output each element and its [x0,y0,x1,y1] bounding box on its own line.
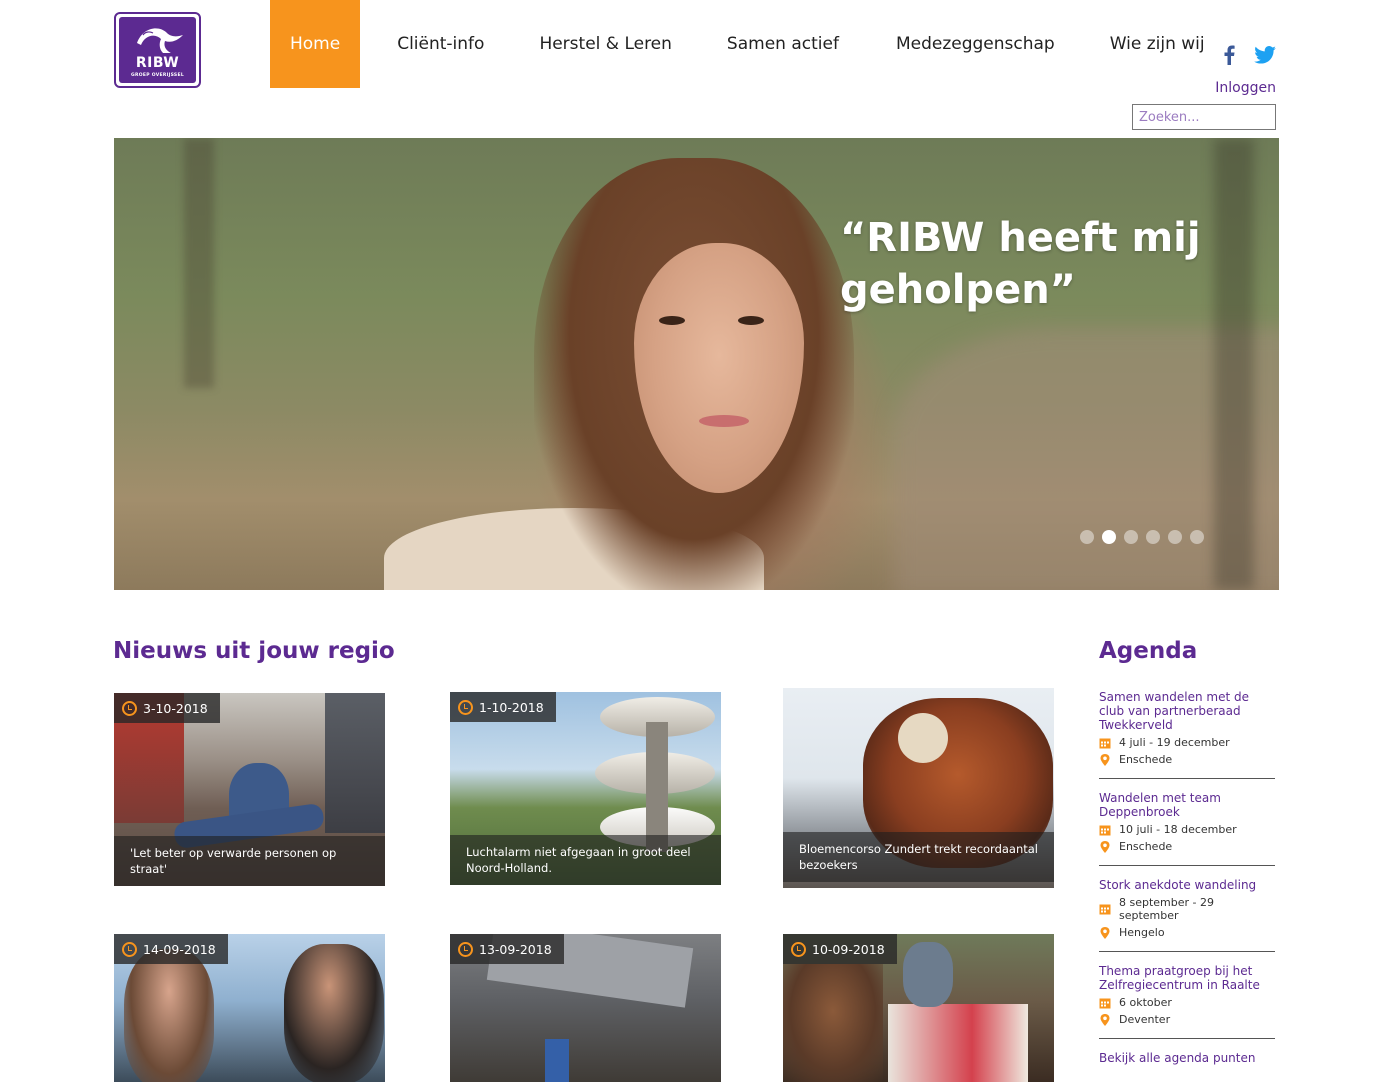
nav-item-label: Home [290,34,341,54]
news-date-text: 14-09-2018 [143,941,216,957]
agenda-item-title[interactable]: Samen wandelen met de club van partnerbe… [1099,690,1275,732]
hero-quote: “RIBW heeft mij geholpen” [840,215,1201,313]
news-card[interactable]: 1-10-2018 Luchtalarm niet afgegaan in gr… [450,692,721,885]
calendar-icon [1099,738,1111,748]
agenda-dates-text: 10 juli - 18 december [1119,823,1237,836]
agenda-location: Deventer [1099,1013,1275,1026]
agenda-dates: 6 oktober [1099,996,1275,1009]
hero-eye [659,316,685,325]
location-pin-icon [1100,840,1110,853]
clock-icon [122,941,137,957]
agenda-location-text: Enschede [1119,753,1173,766]
news-date-text: 13-09-2018 [479,941,552,957]
news-date: 13-09-2018 [450,934,564,964]
agenda-item: Wandelen met team Deppenbroek 10 juli - … [1099,791,1275,866]
logo-subtitle: GROEP OVERIJSSEL [130,73,185,78]
nav-item-herstel-leren[interactable]: Herstel & Leren [539,0,671,88]
news-date-text: 3-10-2018 [143,700,208,716]
slider-dot[interactable] [1124,530,1138,544]
nav-item-label: Wie zijn wij [1109,34,1205,54]
location-pin-icon [1100,753,1110,766]
agenda-item-title[interactable]: Wandelen met team Deppenbroek [1099,791,1275,819]
location-pin-icon [1100,1013,1110,1026]
calendar-icon [1099,825,1111,835]
logo-text: RIBW [135,55,180,71]
news-card[interactable]: 13-09-2018 [450,934,721,1082]
news-title: Nieuws uit jouw regio [113,638,395,664]
news-caption: Bloemencorso Zundert trekt recordaantal … [783,832,1054,882]
calendar-icon [1099,904,1111,915]
ribw-logo[interactable]: RIBW GROEP OVERIJSSEL [114,12,201,88]
news-date: 1-10-2018 [450,692,556,722]
agenda-title: Agenda [1099,638,1198,664]
social-links [1218,44,1276,66]
agenda-item: Thema praatgroep bij het Zelfregiecentru… [1099,964,1275,1039]
slider-dots [1080,530,1204,544]
nav-item-label: Samen actief [726,34,839,54]
agenda-location-text: Deventer [1119,1013,1171,1026]
page: RIBW GROEP OVERIJSSEL Home Cliënt-info H… [0,0,1384,1082]
nav-item-wie-zijn-wij[interactable]: Wie zijn wij [1110,0,1205,88]
location-pin-icon [1100,926,1110,939]
slider-dot-active[interactable] [1102,530,1116,544]
agenda-location: Hengelo [1099,926,1275,939]
main-nav: Home Cliënt-info Herstel & Leren Samen a… [270,0,1205,88]
agenda-item-title[interactable]: Thema praatgroep bij het Zelfregiecentru… [1099,964,1275,992]
agenda-list: Samen wandelen met de club van partnerbe… [1099,690,1275,1065]
hero-slider: “RIBW heeft mij geholpen” [114,138,1279,590]
agenda-dates: 10 juli - 18 december [1099,823,1275,836]
slider-dot[interactable] [1190,530,1204,544]
agenda-dates: 4 juli - 19 december [1099,736,1275,749]
agenda-dates-text: 6 oktober [1119,996,1172,1009]
news-card[interactable]: Bloemencorso Zundert trekt recordaantal … [783,688,1054,888]
clock-icon [458,699,473,715]
bird-icon [137,28,183,53]
calendar-icon [1099,998,1111,1008]
nav-item-samen-actief[interactable]: Samen actief [727,0,839,88]
agenda-dates: 8 september - 29 september [1099,896,1275,922]
agenda-location: Enschede [1099,840,1275,853]
news-card[interactable]: 10-09-2018 [783,934,1054,1082]
slider-dot[interactable] [1168,530,1182,544]
news-date: 14-09-2018 [114,934,228,964]
agenda-item-title[interactable]: Stork anekdote wandeling [1099,878,1275,892]
slider-dot[interactable] [1146,530,1160,544]
clock-icon [122,700,137,716]
hero-eye [738,316,764,325]
clock-icon [791,941,806,957]
search-input[interactable] [1132,104,1276,130]
news-caption: 'Let beter op verwarde personen op straa… [114,836,385,886]
nav-item-medezeggenschap[interactable]: Medezeggenschap [896,0,1055,88]
agenda-location-text: Hengelo [1119,926,1165,939]
agenda-item: Stork anekdote wandeling 8 september - 2… [1099,878,1275,952]
nav-item-label: Herstel & Leren [539,34,672,54]
news-date: 10-09-2018 [783,934,897,964]
agenda-more-link[interactable]: Bekijk alle agenda punten [1099,1051,1275,1065]
news-date-text: 1-10-2018 [479,699,544,715]
logo-badge: RIBW GROEP OVERIJSSEL [119,17,196,83]
facebook-icon[interactable] [1218,44,1240,66]
news-card[interactable]: 14-09-2018 [114,934,385,1082]
clock-icon [458,941,473,957]
nav-item-label: Medezeggenschap [895,34,1055,54]
hero-bg-tree [1214,138,1254,590]
agenda-item: Samen wandelen met de club van partnerbe… [1099,690,1275,779]
login-link[interactable]: Inloggen [1215,80,1276,96]
agenda-dates-text: 4 juli - 19 december [1119,736,1230,749]
news-card[interactable]: 3-10-2018 'Let beter op verwarde persone… [114,693,385,886]
agenda-dates-text: 8 september - 29 september [1119,896,1215,922]
news-caption: Luchtalarm niet afgegaan in groot deel N… [450,835,721,885]
hero-bg-tree [184,138,214,388]
nav-item-home[interactable]: Home [270,0,361,88]
agenda-location: Enschede [1099,753,1275,766]
news-date: 3-10-2018 [114,693,220,723]
nav-item-label: Cliënt-info [397,34,485,54]
news-date-text: 10-09-2018 [812,941,885,957]
slider-dot[interactable] [1080,530,1094,544]
agenda-location-text: Enschede [1119,840,1173,853]
hero-lips [699,415,749,427]
nav-item-client-info[interactable]: Cliënt-info [397,0,484,88]
twitter-icon[interactable] [1254,44,1276,66]
